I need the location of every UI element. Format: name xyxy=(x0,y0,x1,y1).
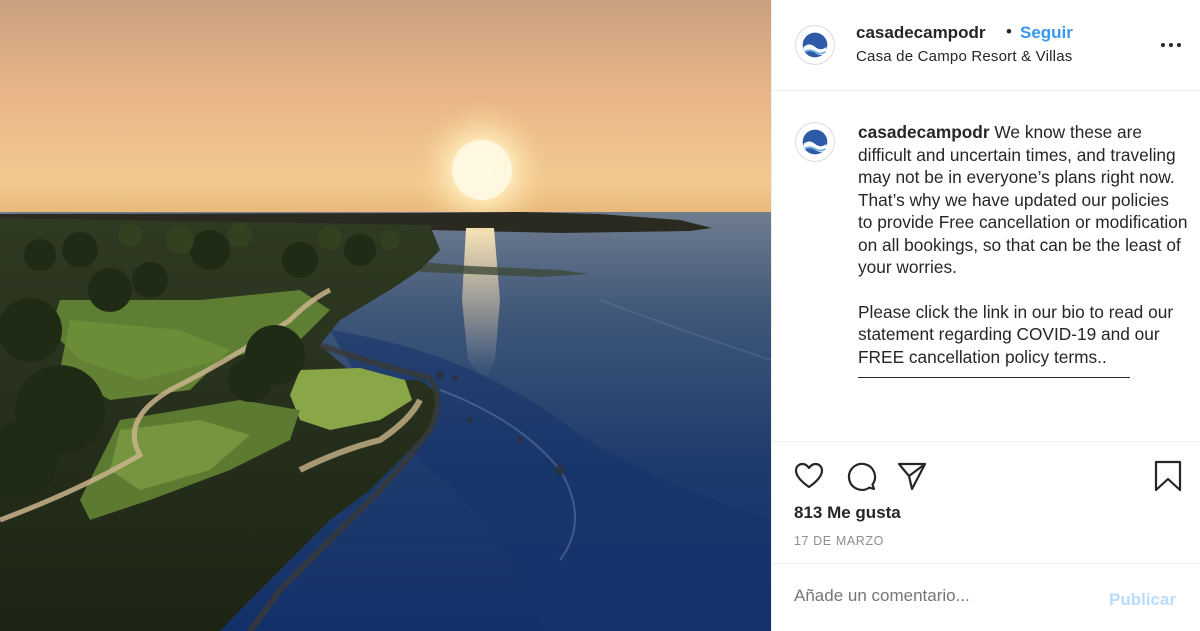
heart-icon[interactable] xyxy=(793,460,825,492)
bookmark-icon[interactable] xyxy=(1152,460,1184,492)
avatar[interactable] xyxy=(795,25,835,65)
separator-dot: • xyxy=(1006,22,1012,41)
coastline-sunset-image xyxy=(0,0,771,631)
post-date[interactable]: 17 DE MARZO xyxy=(794,534,884,548)
caption-divider-line xyxy=(858,370,1130,378)
comment-bubble-icon[interactable] xyxy=(845,460,877,492)
caption-text: casadecampodr We know these are difficul… xyxy=(858,121,1188,378)
location-label[interactable]: Casa de Campo Resort & Villas xyxy=(856,48,1072,65)
caption-paragraph-1: We know these are difficult and uncertai… xyxy=(858,122,1188,277)
caption-paragraph-2: Please click the link in our bio to read… xyxy=(858,301,1174,367)
caption-username-link[interactable]: casadecampodr xyxy=(858,122,990,142)
post-header: casadecampodr • Seguir Casa de Campo Res… xyxy=(772,0,1200,91)
likes-count[interactable]: 813 Me gusta xyxy=(794,503,901,523)
caption-section: casadecampodr We know these are difficul… xyxy=(772,92,1200,442)
more-options-icon[interactable] xyxy=(1157,36,1185,54)
actions-section: 813 Me gusta 17 DE MARZO xyxy=(772,443,1200,563)
comment-input[interactable] xyxy=(794,586,1094,606)
brand-logo-icon xyxy=(802,129,828,155)
post-panel: casadecampodr • Seguir Casa de Campo Res… xyxy=(771,0,1200,631)
paper-plane-icon[interactable] xyxy=(896,460,928,492)
follow-button[interactable]: Seguir xyxy=(1020,23,1073,43)
brand-logo-icon xyxy=(802,32,828,58)
caption-avatar[interactable] xyxy=(795,122,835,162)
publish-button[interactable]: Publicar xyxy=(1109,590,1176,610)
username-link[interactable]: casadecampodr xyxy=(856,23,985,43)
comment-bar: Publicar xyxy=(772,563,1200,631)
post-photo[interactable] xyxy=(0,0,771,631)
